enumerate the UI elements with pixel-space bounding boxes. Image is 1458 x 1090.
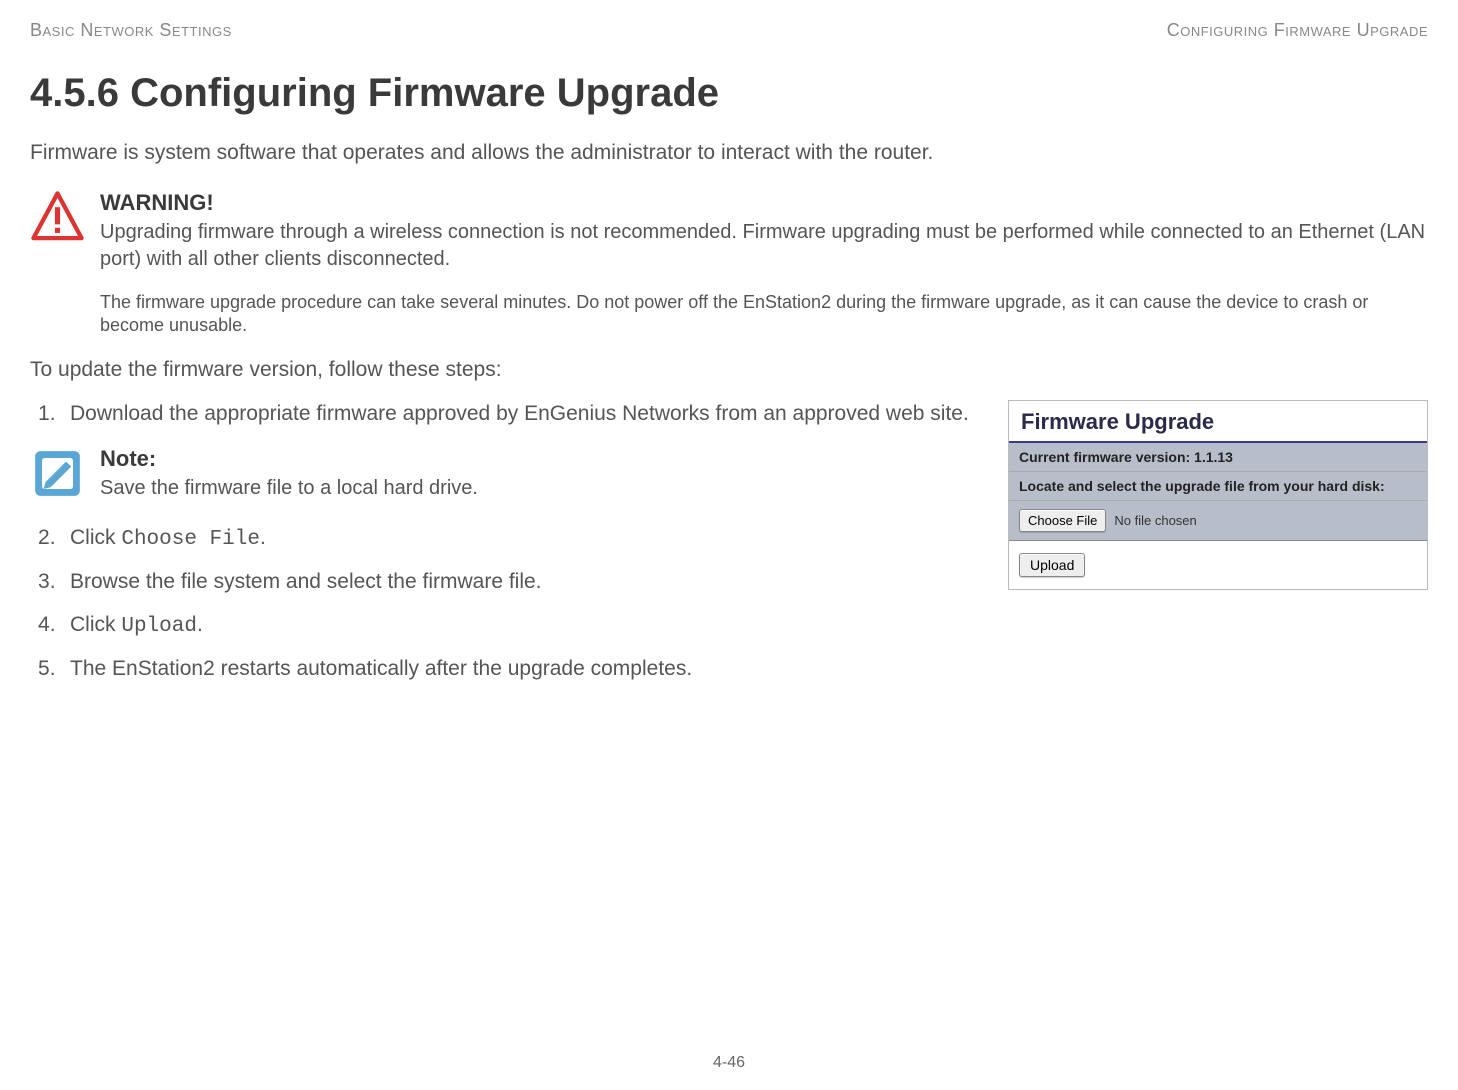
page-number: 4-46 bbox=[713, 1054, 745, 1072]
locate-row: Locate and select the upgrade file from … bbox=[1009, 472, 1427, 501]
note-text: Save the firmware file to a local hard d… bbox=[100, 475, 978, 502]
page-header: Basic Network Settings Configuring Firmw… bbox=[30, 20, 1428, 41]
step-2-pre: Click bbox=[70, 526, 121, 549]
choose-file-button[interactable]: Choose File bbox=[1019, 509, 1106, 532]
steps-list-cont: Click Choose File. Browse the file syste… bbox=[30, 524, 978, 683]
step-1: Download the appropriate firmware approv… bbox=[60, 400, 978, 428]
upload-button[interactable]: Upload bbox=[1019, 553, 1085, 577]
step-4-post: . bbox=[197, 613, 203, 636]
header-left: Basic Network Settings bbox=[30, 20, 232, 41]
warning-title: WARNING! bbox=[100, 190, 1428, 216]
no-file-label: No file chosen bbox=[1114, 513, 1196, 528]
firmware-upgrade-panel: Firmware Upgrade Current firmware versio… bbox=[1008, 400, 1428, 590]
step-4-code: Upload bbox=[121, 615, 197, 638]
header-right: Configuring Firmware Upgrade bbox=[1167, 20, 1428, 41]
note-icon bbox=[30, 446, 85, 501]
step-3: Browse the file system and select the fi… bbox=[60, 568, 978, 596]
warning-callout: WARNING! Upgrading firmware through a wi… bbox=[30, 190, 1428, 338]
step-2-post: . bbox=[260, 526, 266, 549]
warning-text: Upgrading firmware through a wireless co… bbox=[100, 219, 1428, 273]
warning-subtext: The firmware upgrade procedure can take … bbox=[100, 291, 1428, 338]
intro-text: Firmware is system software that operate… bbox=[30, 141, 1428, 165]
step-4-pre: Click bbox=[70, 613, 121, 636]
step-4: Click Upload. bbox=[60, 611, 978, 641]
note-title: Note: bbox=[100, 446, 978, 472]
current-version-row: Current firmware version: 1.1.13 bbox=[1009, 443, 1427, 472]
steps-lead-in: To update the firmware version, follow t… bbox=[30, 358, 1428, 382]
note-callout: Note: Save the firmware file to a local … bbox=[30, 446, 978, 502]
panel-heading: Firmware Upgrade bbox=[1009, 401, 1427, 441]
steps-list: Download the appropriate firmware approv… bbox=[30, 400, 978, 428]
warning-icon bbox=[30, 190, 85, 245]
step-2-code: Choose File bbox=[121, 528, 260, 551]
step-2: Click Choose File. bbox=[60, 524, 978, 554]
page-title: 4.5.6 Configuring Firmware Upgrade bbox=[30, 71, 1428, 116]
step-5: The EnStation2 restarts automatically af… bbox=[60, 655, 978, 683]
file-chooser-row: Choose File No file chosen bbox=[1009, 501, 1427, 540]
